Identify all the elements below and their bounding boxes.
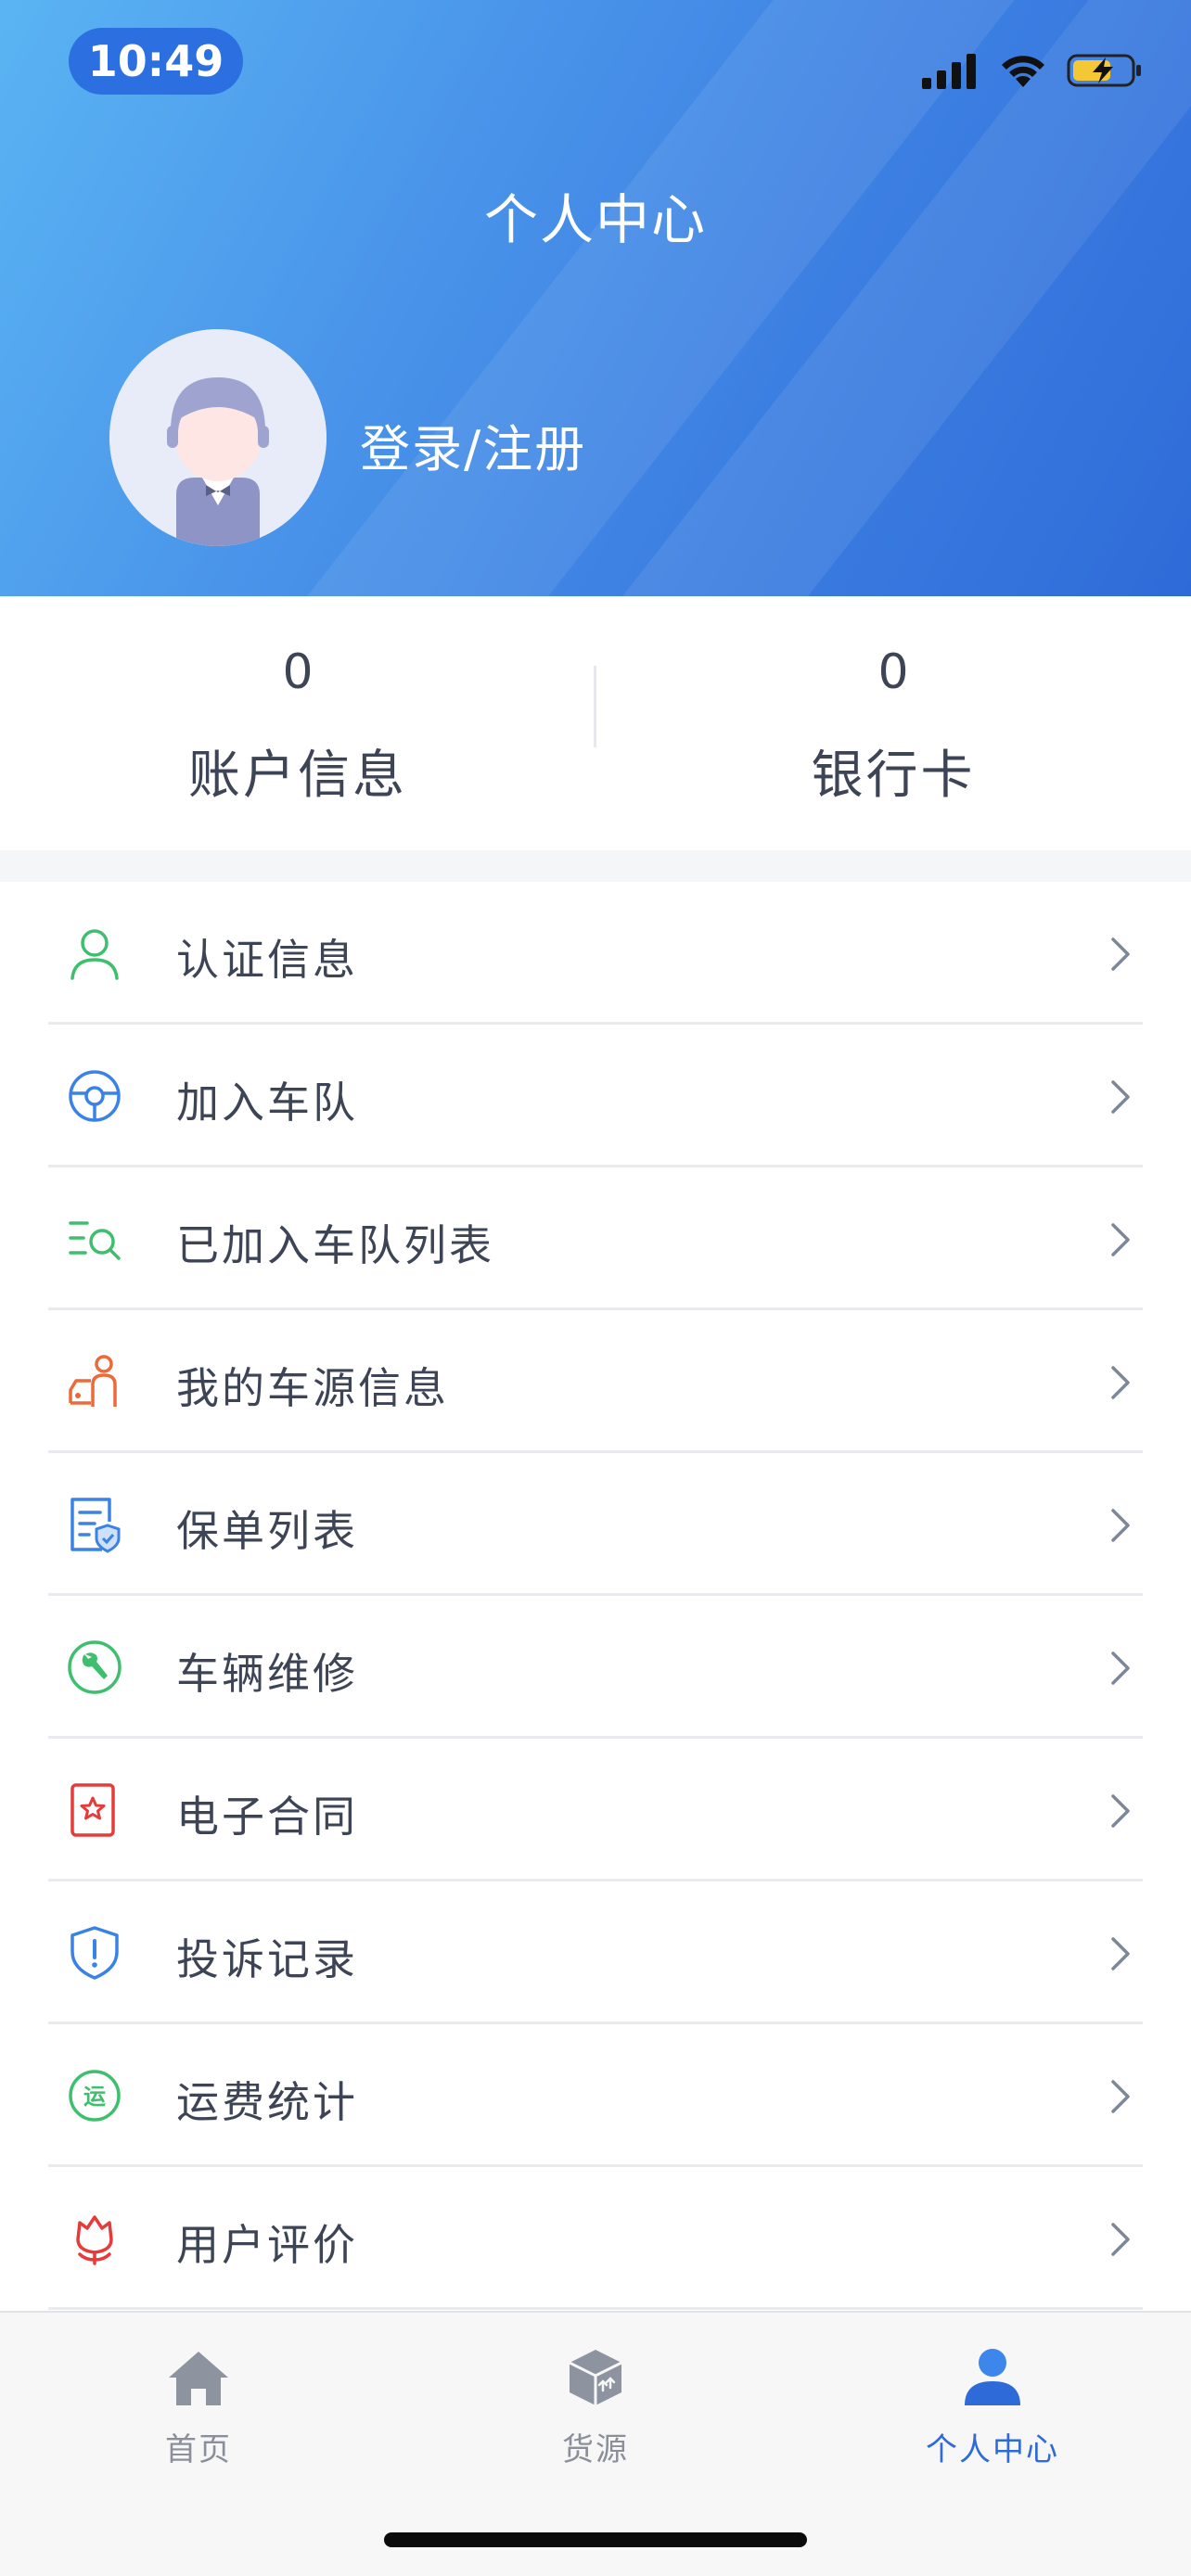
menu-item-label: 电子合同 <box>176 1792 358 1842</box>
stat-label: 账户信息 <box>188 746 407 806</box>
list-search-icon <box>69 1221 121 1260</box>
chevron-right-icon <box>1111 1366 1130 1399</box>
steering-wheel-icon <box>69 1070 121 1122</box>
battery-charging-icon <box>1067 54 1141 87</box>
signal-icon <box>922 54 976 89</box>
chevron-right-icon <box>1111 2080 1130 2113</box>
chevron-right-icon <box>1111 1794 1130 1828</box>
menu-item-label: 车辆维修 <box>176 1649 358 1699</box>
stat-bank-card[interactable]: 0 银行卡 <box>596 596 1191 850</box>
menu-item-e-contract[interactable]: 电子合同 <box>48 1739 1143 1881</box>
menu-item-label: 保单列表 <box>176 1506 358 1556</box>
section-separator <box>0 850 1191 882</box>
menu-item-complaints[interactable]: 投诉记录 <box>48 1881 1143 2024</box>
stat-value: 0 <box>282 644 314 700</box>
menu-item-label: 投诉记录 <box>176 1934 358 1984</box>
menu-item-joined-fleets[interactable]: 已加入车队列表 <box>48 1167 1143 1310</box>
menu-item-join-fleet[interactable]: 加入车队 <box>48 1025 1143 1167</box>
chevron-right-icon <box>1111 1080 1130 1114</box>
status-time: 10:49 <box>69 28 243 95</box>
driver-car-icon <box>69 1355 117 1407</box>
chevron-right-icon <box>1111 1937 1130 1970</box>
menu-item-label: 用户评价 <box>176 2220 358 2270</box>
tab-home[interactable]: 首页 <box>0 2313 397 2498</box>
menu-item-policy-list[interactable]: 保单列表 <box>48 1453 1143 1596</box>
menu-item-label: 我的车源信息 <box>176 1363 449 1413</box>
menu-item-freight-stats[interactable]: 运 运费统计 <box>48 2024 1143 2167</box>
menu-item-label: 已加入车队列表 <box>176 1220 494 1270</box>
freight-coin-icon: 运 <box>69 2070 121 2122</box>
flower-rating-icon <box>76 2215 113 2265</box>
user-outline-icon <box>70 929 119 980</box>
contract-star-icon <box>70 1783 115 1837</box>
stat-value: 0 <box>877 644 909 700</box>
status-bar: 10:49 <box>0 0 1191 121</box>
chevron-right-icon <box>1111 1223 1130 1256</box>
status-icons <box>922 48 1145 93</box>
menu-item-certification[interactable]: 认证信息 <box>48 882 1143 1025</box>
profile-header: 10:49 个人中心 登录/注册 <box>0 0 1191 596</box>
default-avatar-icon[interactable] <box>109 329 327 546</box>
person-icon <box>965 2349 1020 2405</box>
freight-coin-text: 运 <box>83 2084 106 2110</box>
home-icon <box>169 2352 228 2405</box>
tab-label: 个人中心 <box>926 2431 1059 2468</box>
chevron-right-icon <box>1111 937 1130 971</box>
tab-label: 货源 <box>562 2431 629 2468</box>
tab-profile[interactable]: 个人中心 <box>794 2313 1191 2498</box>
menu-item-my-vehicles[interactable]: 我的车源信息 <box>48 1310 1143 1453</box>
menu-item-label: 认证信息 <box>176 935 358 985</box>
menu-item-user-reviews[interactable]: 用户评价 <box>48 2167 1143 2310</box>
wifi-icon <box>1002 56 1044 87</box>
tab-cargo[interactable]: 货源 <box>397 2313 794 2498</box>
stat-label: 银行卡 <box>811 746 976 806</box>
home-indicator[interactable] <box>384 2532 807 2547</box>
shield-alert-icon <box>70 1926 119 1980</box>
stat-account-info[interactable]: 0 账户信息 <box>0 596 596 850</box>
menu-item-label: 加入车队 <box>176 1078 358 1128</box>
login-register-link[interactable]: 登录/注册 <box>360 408 586 481</box>
stats-bar: 0 账户信息 0 银行卡 <box>0 596 1191 850</box>
tab-label: 首页 <box>165 2431 232 2468</box>
wrench-icon <box>68 1640 122 1694</box>
chevron-right-icon <box>1111 1651 1130 1685</box>
cargo-box-icon <box>569 2350 622 2405</box>
chevron-right-icon <box>1111 1509 1130 1542</box>
policy-shield-icon <box>70 1498 121 1553</box>
page-title: 个人中心 <box>483 188 707 251</box>
menu-item-label: 运费统计 <box>176 2077 358 2127</box>
chevron-right-icon <box>1111 2223 1130 2256</box>
menu-item-vehicle-repair[interactable]: 车辆维修 <box>48 1596 1143 1739</box>
